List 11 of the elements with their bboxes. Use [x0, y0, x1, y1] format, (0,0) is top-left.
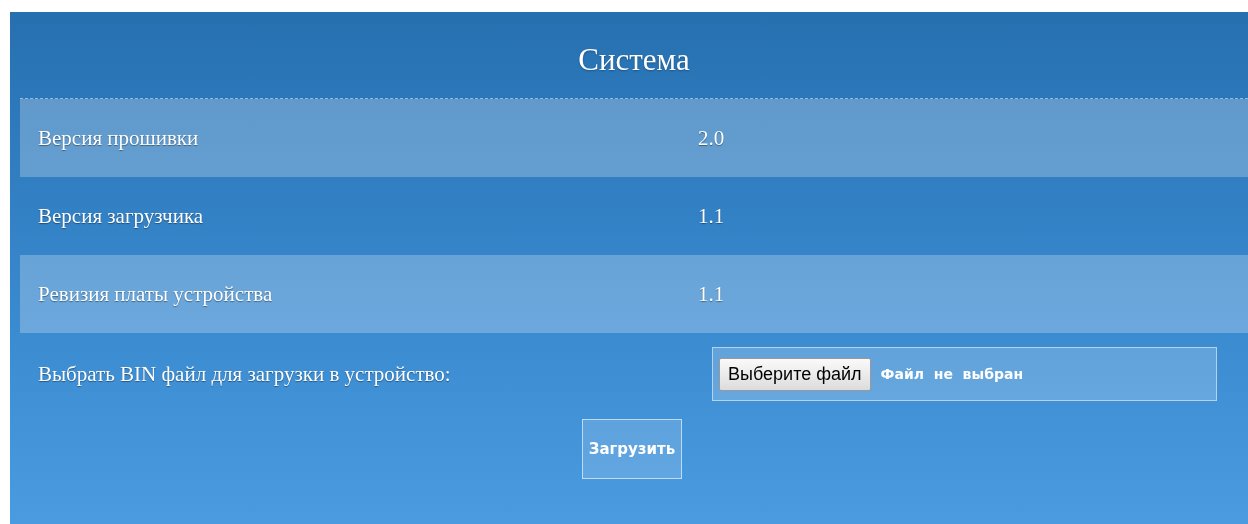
row-value: 1.1 [698, 203, 725, 229]
panel-title: Система [578, 41, 690, 79]
choose-file-button[interactable]: Выберите файл [719, 357, 871, 391]
row-label: Версия загрузчика [37, 203, 205, 229]
row-value: 1.1 [698, 281, 725, 307]
file-status: Файл не выбран [880, 366, 1024, 382]
row-value: 2.0 [698, 125, 725, 151]
upload-label: Выбрать BIN файл для загрузки в устройство: [37, 361, 452, 387]
row-label: Ревизия платы устройства [37, 281, 274, 307]
row-label: Версия прошивки [37, 125, 200, 151]
file-input[interactable]: Выберите файл Файл не выбран [712, 347, 1217, 401]
